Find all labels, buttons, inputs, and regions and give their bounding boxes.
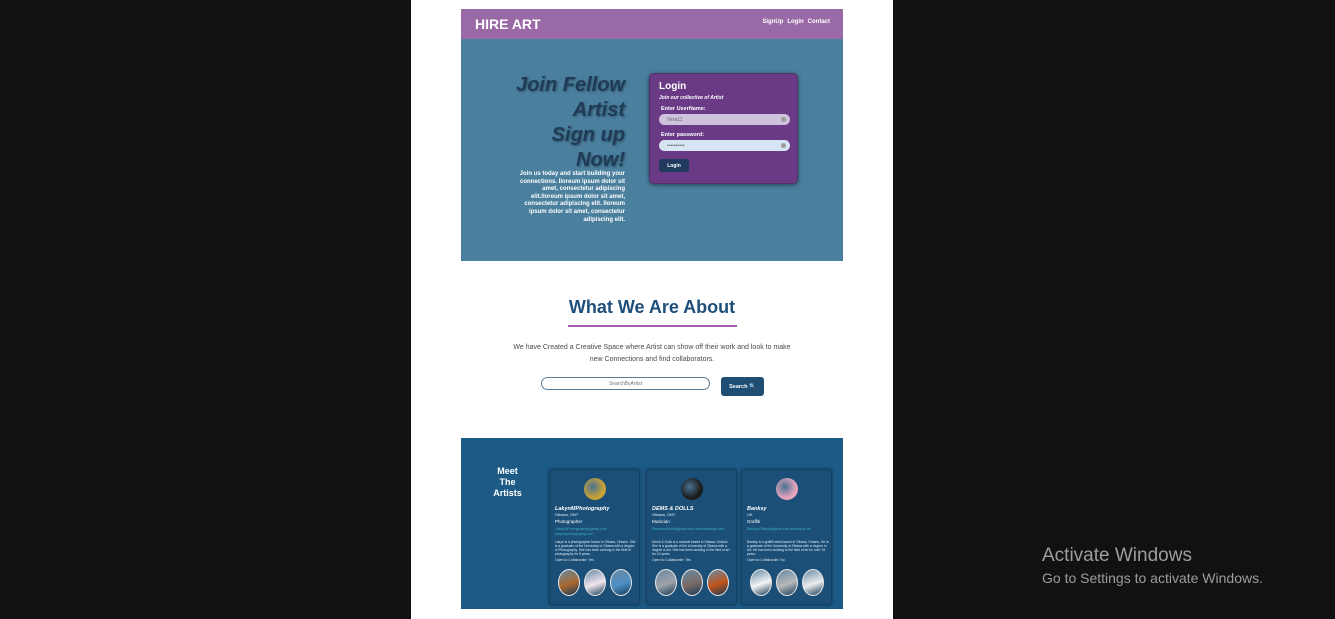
artist-contact[interactable]: LakynMPhotography@gmail.com lakynmphotog…	[555, 527, 637, 536]
password-label: Enter password:	[661, 132, 705, 138]
artist-collab-status: Open to Collaborate: Yes	[652, 558, 691, 562]
artwork-thumbnail[interactable]	[775, 569, 798, 596]
hero-title-line: Artist	[572, 99, 625, 121]
artists-section: Meet The Artists LakynMPhotography Ottaw…	[461, 438, 843, 609]
brand-logo[interactable]: HIRE ART	[475, 16, 541, 32]
artist-card[interactable]: Banksy UK Graffiti Banksy.Official@gmail…	[741, 469, 832, 605]
artist-collab-status: Open to Collaborate: No	[747, 558, 785, 562]
artists-heading: Meet The Artists	[487, 466, 528, 499]
hero-description: Join us today and start building your co…	[519, 171, 625, 223]
nav-link-login[interactable]: Login	[787, 19, 803, 25]
artist-avatar	[680, 478, 703, 500]
hero-title-line: Now!	[576, 149, 625, 171]
artist-card[interactable]: DEMS & DOLLS Ottawa, ONT Musician Demsan…	[646, 469, 737, 605]
artist-avatar	[583, 478, 606, 500]
artist-bio: Dems & Dolls is a musical based in Ottaw…	[652, 540, 730, 556]
artist-avatar	[775, 478, 798, 500]
artists-heading-line: Artists	[493, 488, 522, 498]
about-section: What We Are About We have Created a Crea…	[461, 261, 843, 438]
artist-role: Graffiti	[747, 519, 761, 524]
artist-location: UK	[747, 512, 753, 517]
title-underline	[568, 325, 737, 327]
artist-bio: Lakyn is a photographer based in Ottawa,…	[555, 540, 636, 556]
login-subtitle: Join our collective of Artist	[659, 95, 724, 101]
artist-contact[interactable]: Banksy.Official@gmail.com banksy.co.uk	[747, 527, 829, 532]
artist-work-thumbnails	[647, 569, 736, 596]
artist-role: Photographer	[555, 519, 583, 524]
artwork-thumbnail[interactable]	[680, 569, 703, 596]
artwork-thumbnail[interactable]	[583, 569, 606, 596]
artists-heading-line: Meet	[497, 466, 518, 476]
username-label: Enter UserName:	[661, 106, 706, 112]
hero-title: Join Fellow Artist Sign up Now!	[485, 73, 625, 173]
username-field-icon	[781, 117, 786, 122]
nav-link-contact[interactable]: Contact	[808, 19, 830, 25]
search-button[interactable]: Search 🔍	[721, 377, 764, 396]
nav-links: SignUp Login Contact	[762, 19, 830, 25]
artists-heading-line: The	[499, 477, 516, 487]
hero-section: Join Fellow Artist Sign up Now! Join us …	[461, 39, 843, 261]
artwork-thumbnail[interactable]	[557, 569, 580, 596]
artist-contact[interactable]: DemsandDolls@gmail.com demsanddolls.com	[652, 527, 734, 532]
artwork-thumbnail[interactable]	[654, 569, 677, 596]
artist-work-thumbnails	[742, 569, 831, 596]
artist-search-input[interactable]	[541, 377, 710, 390]
artist-collab-status: Open to Collaborate: Yes	[555, 558, 594, 562]
artist-bio: Banksy is a graffiti artist based in Ott…	[747, 540, 829, 556]
hero-title-line: Sign up	[551, 124, 625, 146]
screen-background: HIRE ART SignUp Login Contact Join Fello…	[0, 0, 1335, 619]
hero-title-line: Join Fellow	[516, 74, 625, 96]
artwork-thumbnail[interactable]	[749, 569, 772, 596]
username-input[interactable]	[659, 114, 790, 125]
artist-work-thumbnails	[550, 569, 639, 596]
navbar: HIRE ART SignUp Login Contact	[461, 9, 843, 39]
artist-location: Ottawa, ONT	[555, 512, 579, 517]
artist-location: Ottawa, ONT	[652, 512, 676, 517]
website-mockup: HIRE ART SignUp Login Contact Join Fello…	[461, 9, 843, 609]
login-card: Login Join our collective of Artist Ente…	[649, 73, 798, 184]
activate-windows-title: Activate Windows	[1042, 545, 1192, 566]
login-button[interactable]: Login	[659, 159, 689, 172]
artwork-thumbnail[interactable]	[609, 569, 632, 596]
password-input[interactable]	[659, 140, 790, 151]
activate-windows-subtitle: Go to Settings to activate Windows.	[1042, 570, 1263, 586]
artwork-thumbnail[interactable]	[706, 569, 729, 596]
password-field-icon	[781, 143, 786, 148]
about-title: What We Are About	[568, 297, 736, 317]
nav-link-signup[interactable]: SignUp	[762, 19, 783, 25]
artwork-thumbnail[interactable]	[801, 569, 824, 596]
artist-card[interactable]: LakynMPhotography Ottawa, ONT Photograph…	[549, 469, 640, 605]
about-description: We have Created a Creative Space where A…	[513, 344, 791, 363]
login-title: Login	[659, 81, 687, 92]
artist-role: Musician	[652, 519, 670, 524]
